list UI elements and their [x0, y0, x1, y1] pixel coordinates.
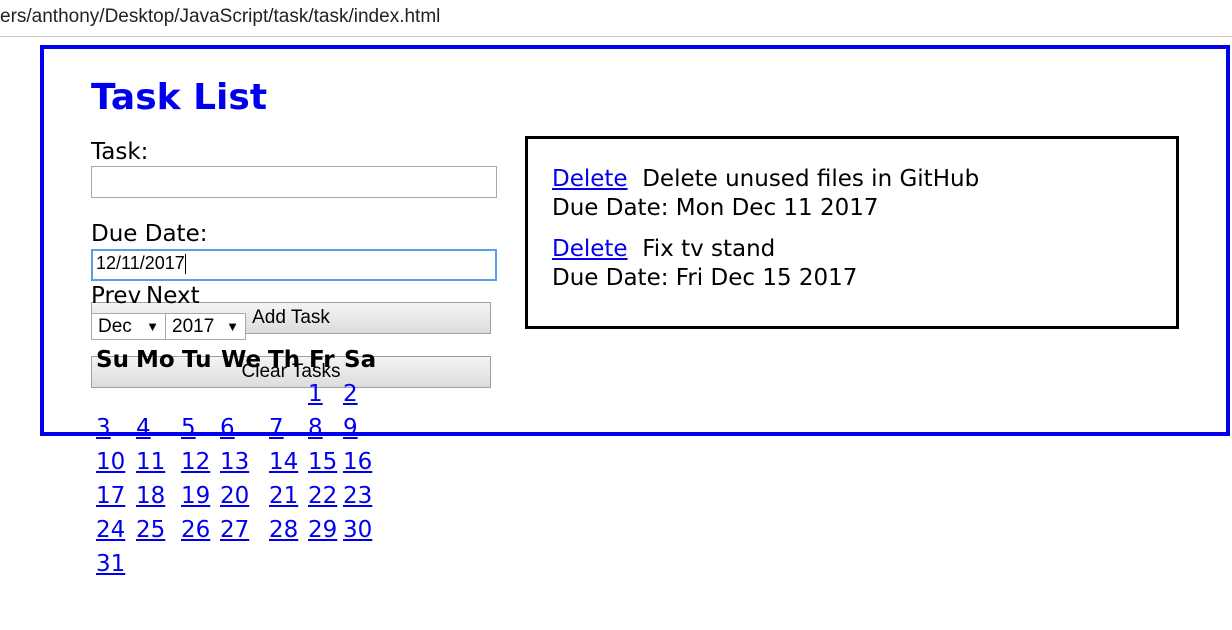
- calendar-day[interactable]: 31: [96, 550, 125, 578]
- task-due-date: Due Date: Mon Dec 11 2017: [552, 195, 879, 221]
- task-name: Delete unused files in GitHub: [642, 166, 980, 192]
- year-select[interactable]: 2017 ▼: [165, 313, 246, 340]
- calendar-day[interactable]: 15: [308, 448, 337, 476]
- calendar-day[interactable]: 5: [181, 414, 196, 442]
- task-name: Fix tv stand: [642, 236, 776, 262]
- year-select-value: 2017: [172, 316, 215, 337]
- due-date-input[interactable]: 12/11/2017: [91, 249, 497, 281]
- delete-task-link[interactable]: Delete: [552, 166, 628, 192]
- weekday-header: Sa: [344, 347, 377, 373]
- calendar-day[interactable]: 22: [308, 482, 337, 510]
- calendar-day[interactable]: 30: [343, 516, 372, 544]
- weekday-header: Tu: [182, 347, 212, 373]
- weekday-header: Su: [96, 347, 129, 373]
- calendar-day[interactable]: 20: [220, 482, 249, 510]
- calendar-day[interactable]: 2: [343, 380, 358, 408]
- weekday-header: Fr: [309, 347, 335, 373]
- calendar-day[interactable]: 19: [181, 482, 210, 510]
- calendar-day[interactable]: 6: [220, 414, 235, 442]
- month-select-value: Dec: [98, 316, 132, 337]
- address-bar[interactable]: ers/anthony/Desktop/JavaScript/task/task…: [0, 0, 1232, 37]
- weekday-header: Mo: [136, 347, 175, 373]
- page-title: Task List: [91, 77, 268, 118]
- calendar-day[interactable]: 25: [136, 516, 165, 544]
- next-month-button[interactable]: Next: [146, 282, 200, 310]
- weekday-header: Th: [268, 347, 301, 373]
- calendar-day[interactable]: 29: [308, 516, 337, 544]
- due-date-label: Due Date:: [91, 221, 208, 247]
- calendar-day[interactable]: 4: [136, 414, 151, 442]
- task-title-line: Delete Fix tv stand: [552, 235, 775, 263]
- calendar-day[interactable]: 11: [136, 448, 165, 476]
- calendar-day[interactable]: 23: [343, 482, 372, 510]
- calendar-day[interactable]: 24: [96, 516, 125, 544]
- dropdown-arrow-icon: ▼: [226, 319, 239, 334]
- calendar-day[interactable]: 8: [308, 414, 323, 442]
- calendar-day[interactable]: 14: [269, 448, 298, 476]
- task-label: Task:: [91, 139, 149, 165]
- task-title-line: Delete Delete unused files in GitHub: [552, 165, 979, 193]
- calendar-day[interactable]: 18: [136, 482, 165, 510]
- calendar-day[interactable]: 7: [269, 414, 284, 442]
- calendar-day[interactable]: 13: [220, 448, 249, 476]
- task-due-date: Due Date: Fri Dec 15 2017: [552, 265, 858, 291]
- month-select[interactable]: Dec ▼: [91, 313, 166, 340]
- text-cursor: [184, 254, 186, 275]
- due-date-value: 12/11/2017: [96, 253, 185, 273]
- task-input[interactable]: [91, 166, 497, 198]
- delete-task-link[interactable]: Delete: [552, 236, 628, 262]
- calendar-day[interactable]: 12: [181, 448, 210, 476]
- url-text[interactable]: ers/anthony/Desktop/JavaScript/task/task…: [0, 6, 440, 28]
- calendar-day[interactable]: 21: [269, 482, 298, 510]
- calendar-day[interactable]: 17: [96, 482, 125, 510]
- calendar-day[interactable]: 16: [343, 448, 372, 476]
- calendar-day[interactable]: 26: [181, 516, 210, 544]
- weekday-header: We: [221, 347, 262, 373]
- calendar-day[interactable]: 10: [96, 448, 125, 476]
- calendar-day[interactable]: 28: [269, 516, 298, 544]
- dropdown-arrow-icon: ▼: [146, 319, 159, 334]
- calendar-day[interactable]: 9: [343, 414, 358, 442]
- prev-month-button[interactable]: Prev: [91, 282, 141, 310]
- calendar-day[interactable]: 3: [96, 414, 111, 442]
- calendar-day[interactable]: 27: [220, 516, 249, 544]
- calendar-day[interactable]: 1: [308, 380, 323, 408]
